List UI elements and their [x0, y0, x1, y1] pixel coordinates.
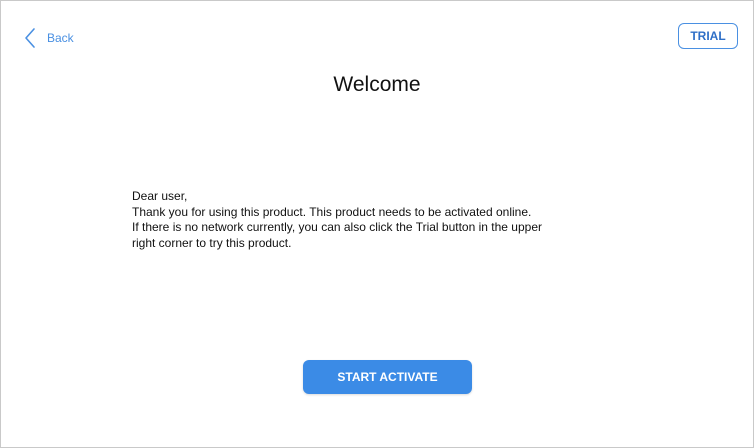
message-line: Thank you for using this product. This p… [132, 204, 532, 219]
start-activate-button[interactable]: START ACTIVATE [303, 360, 472, 394]
trial-button[interactable]: TRIAL [678, 23, 738, 49]
message-greeting: Dear user, [132, 189, 188, 203]
page-title: Welcome [333, 73, 421, 96]
welcome-message: Dear user, Thank you for using this prod… [132, 189, 672, 251]
message-line: right corner to try this product. [132, 235, 292, 250]
back-label: Back [47, 31, 74, 45]
chevron-left-icon [23, 27, 37, 49]
welcome-screen: Back TRIAL Welcome Dear user, Thank you … [0, 0, 754, 448]
back-button[interactable]: Back [23, 27, 74, 49]
message-line: If there is no network currently, you ca… [132, 220, 542, 234]
